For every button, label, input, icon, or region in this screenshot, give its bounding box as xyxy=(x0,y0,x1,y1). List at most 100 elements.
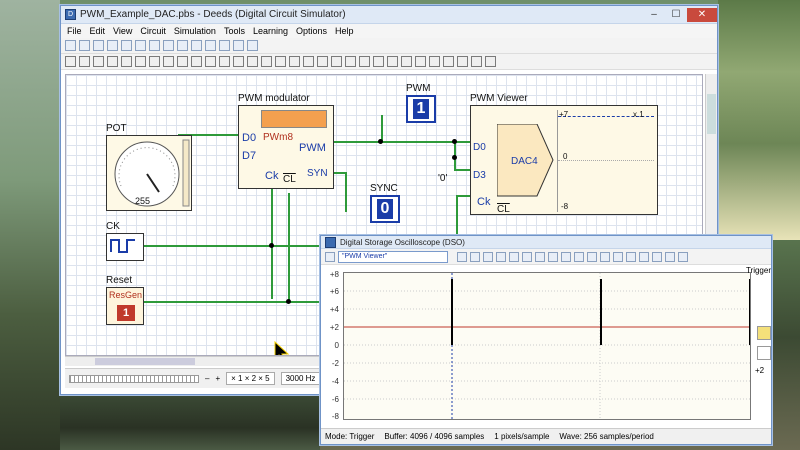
paste-icon[interactable] xyxy=(163,40,174,51)
close-button[interactable]: ✕ xyxy=(687,7,717,22)
speed-minus-button[interactable]: – xyxy=(205,374,209,383)
pwm-viewer[interactable]: D0 D3 Ck CL DAC4 +7 0 -8 x 1 xyxy=(470,105,658,215)
menu-edit[interactable]: Edit xyxy=(86,26,110,36)
component-icon[interactable] xyxy=(121,56,132,67)
refresh-icon[interactable] xyxy=(678,251,688,262)
block-icon[interactable] xyxy=(359,56,370,67)
wire-icon[interactable] xyxy=(135,56,146,67)
menu-file[interactable]: File xyxy=(63,26,86,36)
gate-icon[interactable] xyxy=(233,56,244,67)
zoom-x-icon[interactable] xyxy=(535,251,545,262)
zoom-out-icon[interactable] xyxy=(522,251,532,262)
timing-icon[interactable] xyxy=(247,40,258,51)
block-icon[interactable] xyxy=(485,56,496,67)
open-folder-icon[interactable] xyxy=(79,40,90,51)
run-icon[interactable] xyxy=(233,40,244,51)
menu-help[interactable]: Help xyxy=(331,26,358,36)
save-icon[interactable] xyxy=(613,251,623,262)
block-icon[interactable] xyxy=(331,56,342,67)
trigger-edge-icon[interactable] xyxy=(483,251,493,262)
pin-pwm: PWM xyxy=(299,142,326,154)
viewer-bot: -8 xyxy=(561,202,569,211)
marker-icon[interactable] xyxy=(457,251,467,262)
zoom-factor[interactable]: × 1 × 2 × 5 xyxy=(226,372,275,385)
reset-label: Reset xyxy=(106,275,133,286)
menu-circuit[interactable]: Circuit xyxy=(136,26,170,36)
cursor-icon[interactable] xyxy=(600,251,610,262)
trigger-icon[interactable] xyxy=(470,251,480,262)
y-tick: 0 xyxy=(334,341,339,350)
component-icon[interactable] xyxy=(93,56,104,67)
probe-icon[interactable] xyxy=(325,251,335,262)
copy-icon[interactable] xyxy=(149,40,160,51)
pin-cl: CL xyxy=(283,174,296,185)
zoom-in-icon[interactable] xyxy=(177,40,188,51)
block-icon[interactable] xyxy=(401,56,412,67)
block-icon[interactable] xyxy=(415,56,426,67)
speed-slider[interactable] xyxy=(69,374,199,383)
flipflop-icon[interactable] xyxy=(289,56,300,67)
gate-icon[interactable] xyxy=(205,56,216,67)
clock-generator[interactable] xyxy=(106,233,144,261)
menu-learning[interactable]: Learning xyxy=(249,26,292,36)
speed-plus-button[interactable]: + xyxy=(215,374,220,383)
potentiometer[interactable]: 255 xyxy=(106,135,192,211)
flipflop-icon[interactable] xyxy=(275,56,286,67)
image-icon[interactable] xyxy=(665,251,675,262)
block-icon[interactable] xyxy=(345,56,356,67)
flipflop-icon[interactable] xyxy=(303,56,314,67)
cursor-icon[interactable] xyxy=(587,251,597,262)
gate-icon[interactable] xyxy=(163,56,174,67)
menu-view[interactable]: View xyxy=(109,26,136,36)
menu-options[interactable]: Options xyxy=(292,26,331,36)
save-icon[interactable] xyxy=(93,40,104,51)
zoom-area-icon[interactable] xyxy=(219,40,230,51)
zoom-y-icon[interactable] xyxy=(548,251,558,262)
component-icon[interactable] xyxy=(79,56,90,67)
cursor-b-icon[interactable] xyxy=(574,251,584,262)
component-icon[interactable] xyxy=(107,56,118,67)
menu-tools[interactable]: Tools xyxy=(220,26,249,36)
block-icon[interactable] xyxy=(373,56,384,67)
pwm-modulator[interactable]: PWm8 D0 D7 PWM SYN Ck CL xyxy=(238,105,334,189)
trigger-fall-icon[interactable] xyxy=(757,346,771,360)
zoom-out-icon[interactable] xyxy=(191,40,202,51)
undo-icon[interactable] xyxy=(121,40,132,51)
trigger-rise-icon[interactable] xyxy=(757,326,771,340)
block-icon[interactable] xyxy=(387,56,398,67)
zoom-in-icon[interactable] xyxy=(509,251,519,262)
gate-icon[interactable] xyxy=(191,56,202,67)
block-icon[interactable] xyxy=(443,56,454,67)
gate-icon[interactable] xyxy=(219,56,230,67)
wire xyxy=(345,172,347,212)
gate-icon[interactable] xyxy=(247,56,258,67)
y-tick: -4 xyxy=(331,377,339,386)
flipflop-icon[interactable] xyxy=(261,56,272,67)
minimize-button[interactable]: – xyxy=(643,8,665,22)
dso-rate: 1 pixels/sample xyxy=(494,432,550,441)
cut-icon[interactable] xyxy=(135,40,146,51)
cursor-a-icon[interactable] xyxy=(561,251,571,262)
reset-generator[interactable]: ResGen 1 xyxy=(106,287,144,325)
gate-icon[interactable] xyxy=(177,56,188,67)
menu-bar: File Edit View Circuit Simulation Tools … xyxy=(61,24,717,38)
menu-simulation[interactable]: Simulation xyxy=(170,26,220,36)
block-icon[interactable] xyxy=(317,56,328,67)
clock-wave-icon xyxy=(110,239,135,253)
export-icon[interactable] xyxy=(639,251,649,262)
new-file-icon[interactable] xyxy=(65,40,76,51)
block-icon[interactable] xyxy=(429,56,440,67)
block-icon[interactable] xyxy=(471,56,482,67)
settings-icon[interactable] xyxy=(652,251,662,262)
probe-select[interactable]: "PWM Viewer" xyxy=(338,250,448,263)
fit-icon[interactable] xyxy=(496,251,506,262)
zoom-fit-icon[interactable] xyxy=(205,40,216,51)
copy-icon[interactable] xyxy=(626,251,636,262)
gate-icon[interactable] xyxy=(149,56,160,67)
print-icon[interactable] xyxy=(107,40,118,51)
block-icon[interactable] xyxy=(457,56,468,67)
maximize-button[interactable]: ☐ xyxy=(665,8,687,22)
dso-title: Digital Storage Oscilloscope (DSO) xyxy=(340,237,465,247)
component-icon[interactable] xyxy=(65,56,76,67)
dso-plot[interactable] xyxy=(343,272,751,420)
